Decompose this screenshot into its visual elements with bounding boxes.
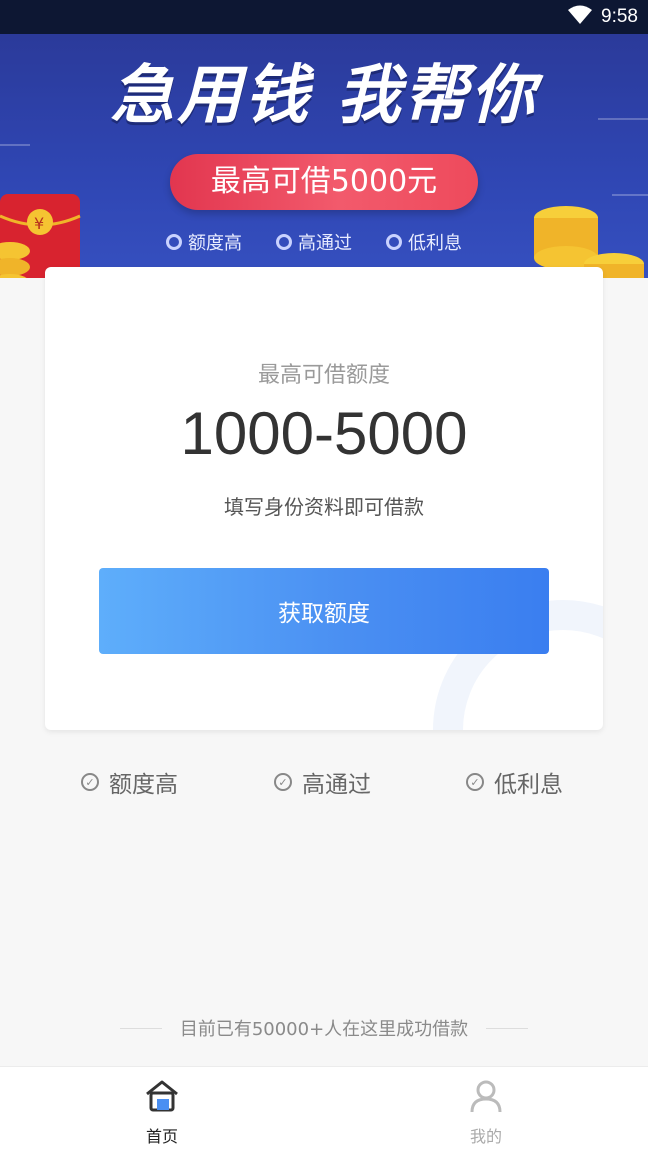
banner-feature-label: 高通过: [298, 233, 352, 254]
home-icon: [144, 1079, 180, 1117]
quota-amount: 1000-5000: [180, 400, 468, 467]
nav-item-home[interactable]: 首页: [102, 1079, 222, 1147]
divider-line: [486, 1027, 529, 1029]
feature-item: ✓ 高通过: [274, 765, 371, 799]
success-count-text: 目前已有50000+人在这里成功借款: [179, 1019, 469, 1040]
banner-max-amount-pill: 最高可借5000元: [170, 154, 478, 210]
divider-line: [119, 1027, 162, 1029]
success-count-note: 目前已有50000+人在这里成功借款: [0, 1014, 648, 1042]
get-quota-button[interactable]: 获取额度: [99, 568, 549, 654]
user-icon: [468, 1079, 504, 1117]
ring-icon: [276, 234, 292, 250]
ring-icon: [166, 234, 182, 250]
bottom-nav: 首页 我的: [0, 1066, 648, 1152]
ring-icon: [386, 234, 402, 250]
feature-label: 低利息: [494, 772, 563, 798]
banner-title: 急用钱 我帮你: [110, 59, 538, 133]
feature-item: ✓ 额度高: [81, 765, 178, 799]
banner-feature-item: 额度高: [166, 229, 242, 255]
banner-decor-line: [612, 194, 648, 196]
feature-label: 额度高: [109, 772, 178, 798]
check-circle-icon: ✓: [466, 773, 484, 791]
nav-item-mine[interactable]: 我的: [426, 1079, 546, 1147]
wifi-icon: [567, 5, 593, 29]
loan-quota-card: 最高可借额度 1000-5000 填写身份资料即可借款 获取额度: [45, 267, 603, 730]
check-circle-icon: ✓: [274, 773, 292, 791]
features-row: ✓ 额度高 ✓ 高通过 ✓ 低利息: [0, 765, 648, 801]
banner-feature-label: 低利息: [408, 233, 462, 254]
status-bar: 9:58: [0, 0, 648, 34]
check-circle-icon: ✓: [81, 773, 99, 791]
nav-label-mine: 我的: [469, 1127, 502, 1146]
banner-feature-item: 低利息: [386, 229, 462, 255]
feature-item: ✓ 低利息: [466, 765, 563, 799]
svg-text:¥: ¥: [34, 214, 44, 233]
status-time: 9:58: [601, 6, 638, 27]
feature-label: 高通过: [302, 772, 371, 798]
banner-feature-item: 高通过: [276, 229, 352, 255]
banner-feature-label: 额度高: [188, 233, 242, 254]
banner-decor-line: [0, 144, 30, 146]
banner-features: 额度高 高通过 低利息: [166, 229, 462, 255]
max-quota-label: 最高可借额度: [257, 363, 390, 388]
quota-hint: 填写身份资料即可借款: [224, 495, 424, 519]
nav-label-home: 首页: [145, 1127, 178, 1146]
